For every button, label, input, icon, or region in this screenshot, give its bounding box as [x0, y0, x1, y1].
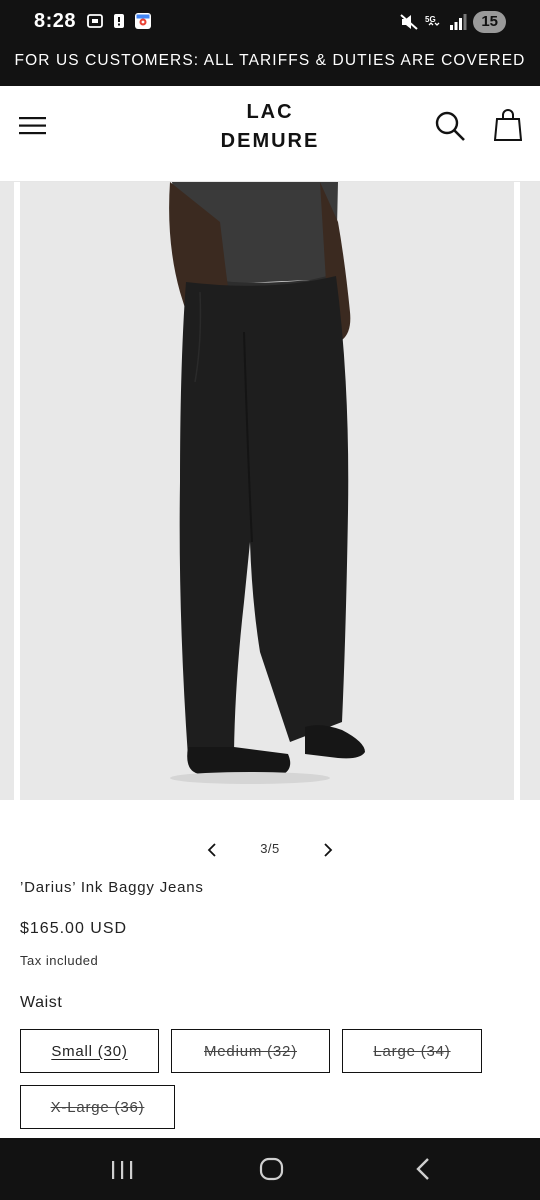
network-5g-icon: 5G [425, 15, 440, 26]
variant-option-label: Large (34) [373, 1042, 451, 1060]
product-image[interactable] [20, 182, 514, 800]
battery-indicator: 15 [473, 11, 506, 33]
home-icon[interactable] [259, 1156, 285, 1182]
system-navigation-bar [0, 1138, 540, 1200]
variant-option-label: X-Large (36) [50, 1098, 145, 1116]
announcement-bar[interactable]: FOR US CUSTOMERS: ALL TARIFFS & DUTIES A… [0, 44, 540, 86]
next-slide-peek[interactable] [520, 182, 540, 800]
status-time: 8:28 [34, 10, 77, 32]
previous-slide-peek[interactable] [0, 182, 14, 800]
chevron-left-icon[interactable] [200, 838, 224, 862]
maps-app-icon [135, 13, 151, 29]
variant-option-large[interactable]: Large (34) [342, 1029, 482, 1073]
status-bar: 8:28 5G 15 [0, 0, 540, 44]
search-icon[interactable] [434, 110, 466, 142]
variant-option-xlarge[interactable]: X-Large (36) [20, 1085, 175, 1129]
variant-label: Waist [20, 994, 63, 1011]
variant-option-medium[interactable]: Medium (32) [171, 1029, 330, 1073]
product-title: ’Darius’ Ink Baggy Jeans [20, 879, 204, 896]
slide-counter: 3/5 [260, 841, 280, 856]
status-notification-icons [86, 12, 152, 30]
variant-option-label: Small (30) [51, 1042, 128, 1060]
product-media-gallery[interactable] [0, 182, 540, 802]
product-price: $165.00 USD [20, 920, 128, 937]
svg-text:5G: 5G [425, 15, 436, 24]
chevron-right-icon[interactable] [316, 838, 340, 862]
recent-apps-icon[interactable] [109, 1158, 135, 1182]
back-icon[interactable] [412, 1157, 434, 1181]
site-header: LAC DEMURE [0, 86, 540, 182]
variant-option-label: Medium (32) [204, 1042, 297, 1060]
tax-note: Tax included [20, 953, 99, 968]
signal-icon [450, 14, 467, 30]
status-system-icons: 5G 15 [399, 11, 506, 33]
screenshot-icon [87, 14, 103, 28]
mute-icon [400, 14, 418, 30]
product-photo-illustration [20, 182, 514, 800]
shopping-bag-icon[interactable] [494, 108, 522, 142]
alert-icon [114, 14, 124, 28]
variant-option-small[interactable]: Small (30) [20, 1029, 159, 1073]
slider-controls: 3/5 [0, 834, 540, 864]
